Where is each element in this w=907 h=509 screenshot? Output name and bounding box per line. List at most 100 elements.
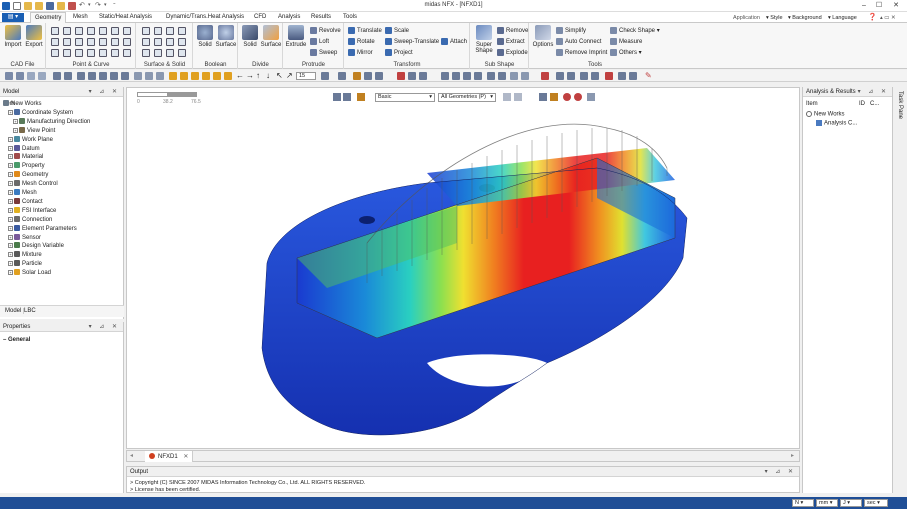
sphere-icon[interactable] xyxy=(142,38,150,46)
model-tree-item[interactable]: + Connection xyxy=(8,215,52,225)
tab-model[interactable]: Model xyxy=(3,308,25,314)
chamfer-solid-icon[interactable] xyxy=(166,49,174,57)
arrow-right-icon[interactable]: → xyxy=(246,72,254,80)
capture-icon[interactable] xyxy=(618,72,626,80)
tab-cfd[interactable]: CFD xyxy=(254,14,266,20)
edge-icon[interactable] xyxy=(375,72,383,80)
step-angle-field[interactable]: 15 xyxy=(296,72,316,80)
break-icon[interactable] xyxy=(111,49,119,57)
axis-icon[interactable] xyxy=(156,72,164,80)
join-icon[interactable] xyxy=(87,49,95,57)
model-tree-item[interactable]: + FSI Interface xyxy=(8,206,56,216)
hollow-icon[interactable] xyxy=(178,49,186,57)
help-icon[interactable]: ❓ xyxy=(868,13,877,21)
expand-toggle-icon[interactable]: + xyxy=(8,154,13,160)
task-pane-strip[interactable]: Task Pane xyxy=(892,87,907,493)
expand-toggle-icon[interactable]: + xyxy=(8,243,13,249)
view-right-icon[interactable] xyxy=(213,72,221,80)
helix-icon[interactable] xyxy=(123,27,131,35)
unit-force-select[interactable]: N ▾ xyxy=(792,499,814,507)
expand-toggle-icon[interactable]: + xyxy=(8,261,13,267)
prism-icon[interactable] xyxy=(142,49,150,57)
view-top-icon[interactable] xyxy=(224,72,232,80)
arrow-cw-icon[interactable]: ↗ xyxy=(286,72,294,80)
expand-toggle-icon[interactable]: + xyxy=(8,109,13,115)
intersect-icon[interactable] xyxy=(123,38,131,46)
model-tree-item[interactable]: + Coordinate System xyxy=(8,108,73,118)
fillet-icon[interactable] xyxy=(75,38,83,46)
unit-length-select[interactable]: mm ▾ xyxy=(816,499,838,507)
tab-geometry[interactable]: Geometry xyxy=(30,12,67,23)
measure-button[interactable]: Measure xyxy=(610,38,642,45)
cylinder-icon[interactable] xyxy=(154,27,162,35)
zoom-out-icon[interactable] xyxy=(88,72,96,80)
panel-controls[interactable]: ▾ ⊿ ✕ xyxy=(858,88,889,95)
zoom-window-icon[interactable] xyxy=(77,72,85,80)
mesh-view-icon[interactable] xyxy=(510,72,518,80)
wedge-icon[interactable] xyxy=(166,38,174,46)
model-tree-item[interactable]: + Datum xyxy=(8,144,40,154)
scale-button[interactable]: Scale xyxy=(385,27,409,34)
measure-view-icon[interactable] xyxy=(463,72,471,80)
extend-icon[interactable] xyxy=(99,38,107,46)
coordinate-icon[interactable] xyxy=(580,72,588,80)
ruler-icon[interactable] xyxy=(474,72,482,80)
polyline-icon[interactable] xyxy=(63,27,71,35)
render-icon[interactable] xyxy=(605,72,613,80)
boolean-solid-button[interactable]: Solid xyxy=(194,25,216,48)
print-icon[interactable] xyxy=(629,72,637,80)
arrow-down-icon[interactable]: ↓ xyxy=(266,72,274,80)
tab-tools[interactable]: Tools xyxy=(343,14,357,20)
expand-toggle-icon[interactable]: + xyxy=(8,234,13,240)
snap-icon[interactable] xyxy=(145,72,153,80)
node-view-icon[interactable] xyxy=(521,72,529,80)
style-menu[interactable]: ▾ Style xyxy=(766,15,783,21)
ribbon-collapse-icon[interactable]: ▴ ▭ ✕ xyxy=(880,15,896,21)
delete-curve-icon[interactable] xyxy=(99,49,107,57)
model-viewport[interactable]: 0 38.2 76.5 Basic ▾ All Geometries (P) ▾ xyxy=(126,87,800,449)
background-menu[interactable]: ▾ Background xyxy=(788,15,822,21)
expand-toggle-icon[interactable]: + xyxy=(8,270,13,276)
arc-icon[interactable] xyxy=(63,38,71,46)
box-icon[interactable] xyxy=(142,27,150,35)
extrude-button[interactable]: Extrude xyxy=(285,25,307,48)
shell-icon[interactable] xyxy=(178,38,186,46)
close-button[interactable]: ✕ xyxy=(890,1,902,11)
boolean-surface-button[interactable]: Surface xyxy=(215,25,237,48)
project-button[interactable]: Project xyxy=(385,49,413,56)
simplify-button[interactable]: Simplify xyxy=(556,27,586,34)
view-back-icon[interactable] xyxy=(191,72,199,80)
polygon-icon[interactable] xyxy=(87,27,95,35)
model-tree-item[interactable]: + Property xyxy=(8,162,45,171)
display-mode-icon[interactable] xyxy=(321,72,329,80)
show-icon[interactable] xyxy=(408,72,416,80)
revolve-button[interactable]: Revolve xyxy=(310,27,341,34)
panel-controls[interactable]: ▾ ⊿ ✕ xyxy=(765,468,796,475)
maximize-button[interactable]: ☐ xyxy=(873,1,885,11)
wireframe-icon[interactable] xyxy=(364,72,372,80)
expand-toggle-icon[interactable]: + xyxy=(8,163,13,169)
rotate-view-icon[interactable] xyxy=(99,72,107,80)
distance-icon[interactable] xyxy=(591,72,599,80)
expand-toggle-icon[interactable]: + xyxy=(8,252,13,258)
rotate-button[interactable]: Rotate xyxy=(348,38,375,45)
divide-solid-button[interactable]: Solid xyxy=(239,25,261,48)
expand-toggle-icon[interactable]: + xyxy=(8,172,13,178)
sweep-button[interactable]: Sweep xyxy=(310,49,337,56)
extract-button[interactable]: Extract xyxy=(497,38,525,45)
offset-icon[interactable] xyxy=(111,38,119,46)
view-left-icon[interactable] xyxy=(202,72,210,80)
face-icon[interactable] xyxy=(178,27,186,35)
expand-toggle-icon[interactable]: + xyxy=(8,207,13,213)
move-icon[interactable] xyxy=(121,72,129,80)
ellipse-icon[interactable] xyxy=(51,49,59,57)
super-shape-button[interactable]: Super Shape xyxy=(472,25,496,54)
remove-button[interactable]: Remove xyxy=(497,27,528,34)
others-button[interactable]: Others ▾ xyxy=(610,49,642,56)
export-button[interactable]: Export xyxy=(23,25,45,48)
model-tree-item[interactable]: + Sensor xyxy=(8,233,41,243)
sweep-translate-button[interactable]: Sweep-Translate xyxy=(385,38,439,45)
shading-icon[interactable] xyxy=(338,72,346,80)
model-tree-item[interactable]: + Mixture xyxy=(8,251,42,260)
bookmark-icon[interactable] xyxy=(541,72,549,80)
